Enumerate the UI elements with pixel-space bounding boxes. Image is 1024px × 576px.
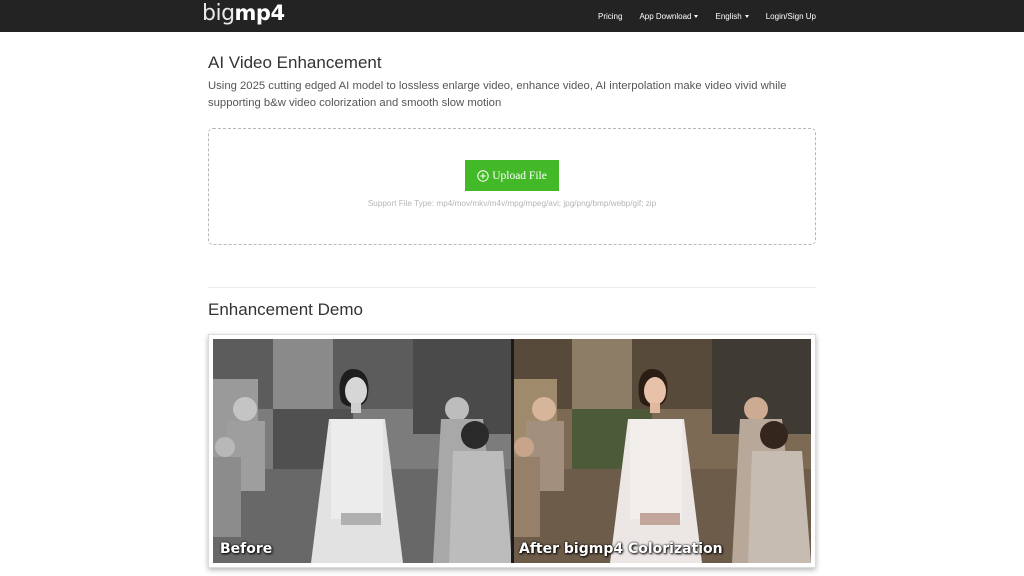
nav-links: Pricing App Download English Login/Sign … [581,0,816,32]
enhancement-demo-frame: Before After bigmp4 Colorization [208,334,816,568]
plus-circle-icon [477,169,489,182]
nav-language-label: English [715,11,742,21]
nav-app-download-dropdown[interactable]: App Download [639,11,699,21]
section-divider [208,287,816,288]
bigmp4-logo[interactable]: big mp4 [202,1,285,31]
before-photo-image [213,339,512,563]
upload-file-button[interactable]: Upload File [465,160,559,191]
top-navbar: big mp4 Pricing App Download English Logi… [0,0,1024,32]
demo-comparison: Before After bigmp4 Colorization [213,339,811,563]
nav-app-download-label: App Download [639,11,692,21]
logo-text-big: big [202,1,235,26]
upload-dropzone[interactable]: Upload File Support File Type: mp4/mov/m… [208,128,816,245]
caret-down-icon [744,14,749,18]
nav-pricing-label: Pricing [597,11,623,21]
comparison-divider[interactable] [511,339,514,563]
supported-file-types: Support File Type: mp4/mov/mkv/m4v/mpg/m… [367,199,657,208]
page-description: Using 2025 cutting edged AI model to los… [208,80,787,109]
upload-file-label: Upload File [492,169,547,182]
nav-login-label: Login/Sign Up [765,11,816,21]
after-image-pane: After bigmp4 Colorization [512,339,811,563]
logo-text-mp4: mp4 [234,1,286,25]
page-title: AI Video Enhancement [208,53,382,72]
demo-section-title: Enhancement Demo [208,300,363,319]
caret-down-icon [694,14,699,18]
nav-login-link[interactable]: Login/Sign Up [766,12,816,21]
nav-language-dropdown[interactable]: English [715,11,749,21]
before-image-pane: Before [213,339,512,563]
after-label: After bigmp4 Colorization [519,541,723,557]
before-label: Before [220,541,273,557]
nav-pricing-link[interactable]: Pricing [598,12,622,21]
after-photo-image [512,339,811,563]
